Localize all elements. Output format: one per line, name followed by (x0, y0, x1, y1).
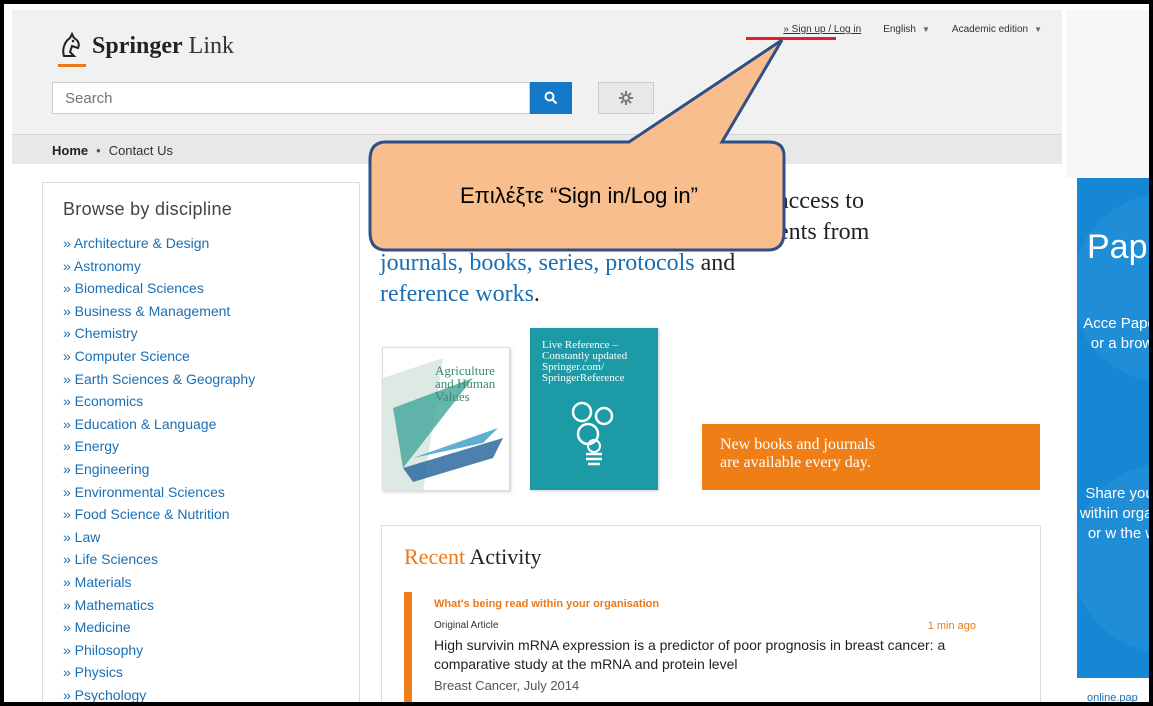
callout-text: Επιλέξτε “Sign in/Log in” (460, 183, 698, 208)
browser-frame: Springer Link » Sign up / Log in (0, 0, 1153, 706)
callout-bubble (368, 38, 786, 252)
